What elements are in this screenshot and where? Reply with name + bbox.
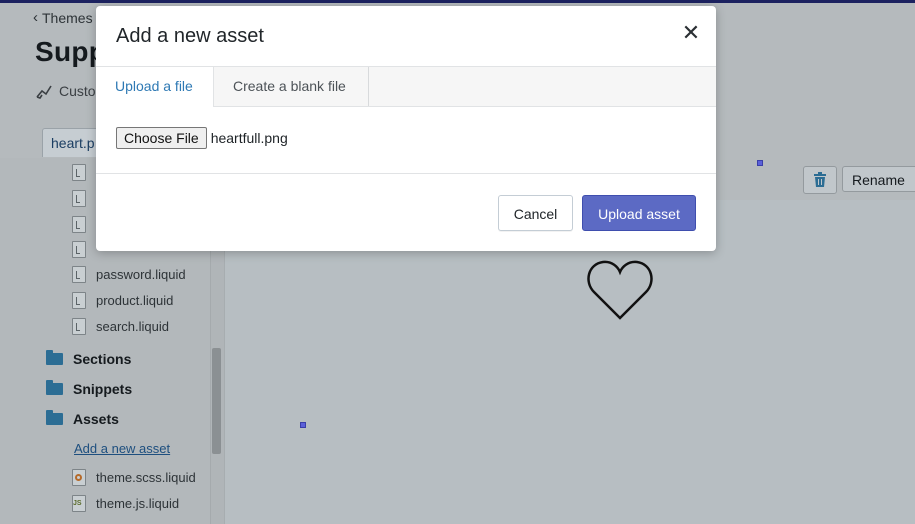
folder-icon (46, 350, 63, 365)
selection-handle (300, 422, 306, 428)
modal-tabs: Upload a file Create a blank file (96, 66, 716, 107)
folder-open-icon (46, 410, 63, 425)
upload-asset-button[interactable]: Upload asset (582, 195, 696, 231)
liquid-file-icon (72, 190, 86, 207)
rename-button[interactable]: Rename (842, 166, 915, 192)
heart-outline-icon (587, 260, 653, 320)
paintbrush-icon (36, 85, 52, 99)
folder-snippets[interactable]: Snippets (46, 380, 132, 397)
cancel-button[interactable]: Cancel (498, 195, 573, 231)
chevron-left-icon: ‹ (33, 9, 38, 26)
trash-icon (814, 172, 826, 187)
modal-title: Add a new asset (116, 25, 264, 47)
selection-handle (757, 160, 763, 166)
tab-create-blank-file[interactable]: Create a blank file (214, 67, 369, 106)
close-icon[interactable]: ✕ (680, 22, 702, 44)
tab-upload-file[interactable]: Upload a file (96, 67, 214, 107)
breadcrumb[interactable]: ‹ Themes (33, 9, 93, 26)
customize-link[interactable]: Custo (35, 82, 96, 100)
sidebar-scroll-thumb[interactable] (212, 348, 221, 454)
choose-file-button[interactable]: Choose File (116, 127, 207, 149)
liquid-file-icon (72, 292, 86, 309)
file-item-theme-scss[interactable]: theme.scss.liquid (72, 469, 196, 486)
breadcrumb-themes[interactable]: Themes (42, 10, 93, 26)
folder-assets[interactable]: Assets (46, 410, 119, 427)
file-item-search[interactable]: search.liquid (72, 318, 169, 335)
liquid-file-icon (72, 266, 86, 283)
folder-icon (46, 380, 63, 395)
file-item-product[interactable]: product.liquid (72, 292, 173, 309)
liquid-file-icon (72, 241, 86, 258)
add-new-asset-link[interactable]: Add a new asset (74, 441, 170, 456)
js-file-icon (72, 495, 86, 512)
modal-divider (96, 173, 716, 174)
liquid-file-icon (72, 164, 86, 181)
liquid-file-icon (72, 318, 86, 335)
file-item[interactable] (72, 190, 96, 207)
file-item-password[interactable]: password.liquid (72, 266, 186, 283)
scss-file-icon (72, 469, 86, 486)
add-asset-modal: Add a new asset ✕ Upload a file Create a… (96, 6, 716, 251)
delete-asset-button[interactable] (803, 166, 837, 194)
file-item[interactable] (72, 216, 96, 233)
chosen-file-name: heartfull.png (210, 130, 288, 146)
file-input[interactable]: Choose File heartfull.png (116, 127, 288, 149)
file-item[interactable] (72, 164, 96, 181)
file-item-theme-js[interactable]: theme.js.liquid (72, 495, 179, 512)
folder-sections[interactable]: Sections (46, 350, 131, 367)
customize-label: Custo (59, 83, 96, 99)
file-item[interactable] (72, 241, 96, 258)
liquid-file-icon (72, 216, 86, 233)
